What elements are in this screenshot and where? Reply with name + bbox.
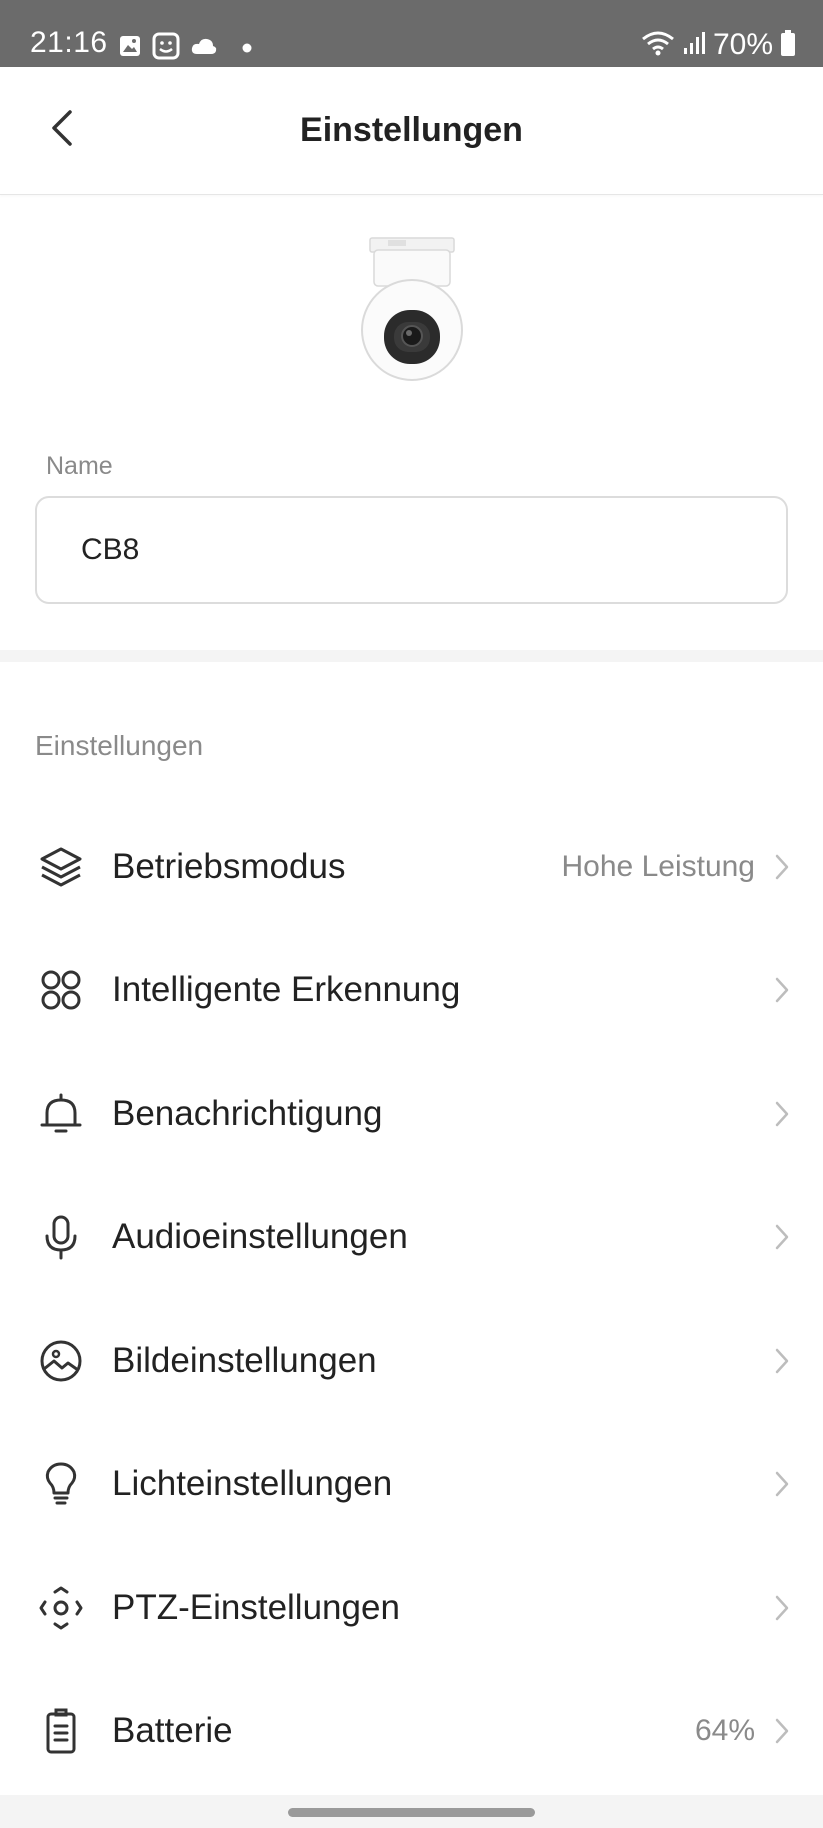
cloud-icon: [190, 36, 218, 61]
chevron-right-icon: [771, 1716, 793, 1746]
settings-item-label: Bildeinstellungen: [112, 1340, 377, 1380]
settings-item-label: Betriebsmodus: [112, 846, 346, 886]
settings-item-batterie[interactable]: Batterie 64%: [0, 1670, 823, 1794]
settings-item-bildeinstellungen[interactable]: Bildeinstellungen: [0, 1299, 823, 1423]
microphone-icon: [36, 1212, 86, 1262]
bell-icon: [36, 1089, 86, 1139]
image-icon: [118, 34, 142, 63]
device-name-input[interactable]: [35, 496, 788, 604]
chevron-right-icon: [771, 1593, 793, 1623]
settings-item-value: 64%: [694, 1714, 755, 1748]
settings-item-audioeinstellungen[interactable]: Audioeinstellungen: [0, 1176, 823, 1300]
face-icon: [152, 32, 180, 65]
settings-section-title: Einstellungen: [35, 730, 204, 761]
page-title: Einstellungen: [300, 111, 523, 149]
chevron-right-icon: [771, 975, 793, 1005]
status-icons-right: 70%: [641, 28, 795, 62]
status-time: 21:16: [30, 26, 108, 59]
chevron-right-icon: [771, 1346, 793, 1376]
settings-item-label: Batterie: [112, 1711, 233, 1751]
four-circles-icon: [36, 965, 86, 1015]
chevron-right-icon: [771, 1469, 793, 1499]
settings-item-ptz-einstellungen[interactable]: PTZ-Einstellungen: [0, 1546, 823, 1670]
settings-item-label: Benachrichtigung: [112, 1093, 383, 1133]
home-indicator[interactable]: [288, 1808, 535, 1817]
settings-item-label: Audioeinstellungen: [112, 1217, 408, 1257]
settings-item-value: Hohe Leistung: [561, 849, 755, 883]
settings-item-label: Lichteinstellungen: [112, 1464, 393, 1504]
status-icons-left: [118, 32, 252, 65]
settings-item-label: PTZ-Einstellungen: [112, 1587, 400, 1627]
security-camera-image: [360, 236, 464, 386]
status-bar: 21:16 70%: [0, 0, 823, 67]
battery-percentage: 70%: [712, 28, 773, 61]
section-divider: [0, 650, 823, 662]
settings-item-betriebsmodus[interactable]: Betriebsmodus Hohe Leistung: [0, 805, 823, 929]
chevron-right-icon: [771, 852, 793, 882]
layers-icon: [36, 842, 86, 892]
lightbulb-icon: [36, 1459, 86, 1509]
settings-item-benachrichtigung[interactable]: Benachrichtigung: [0, 1052, 823, 1176]
settings-item-intelligente-erkennung[interactable]: Intelligente Erkennung: [0, 929, 823, 1053]
wifi-icon: [641, 30, 675, 61]
settings-item-label: Intelligente Erkennung: [112, 970, 461, 1010]
settings-item-lichteinstellungen[interactable]: Lichteinstellungen: [0, 1423, 823, 1547]
image-circle-icon: [36, 1336, 86, 1386]
signal-icon: [683, 31, 705, 60]
ptz-icon: [36, 1583, 86, 1633]
name-label: Name: [46, 452, 113, 480]
dot-icon: [242, 40, 252, 58]
app-header: Einstellungen: [0, 67, 823, 195]
chevron-right-icon: [771, 1222, 793, 1252]
chevron-right-icon: [771, 1099, 793, 1129]
battery-icon: [781, 29, 795, 61]
battery-list-icon: [36, 1706, 86, 1756]
settings-list: Betriebsmodus Hohe Leistung Intelligente…: [0, 805, 823, 1793]
